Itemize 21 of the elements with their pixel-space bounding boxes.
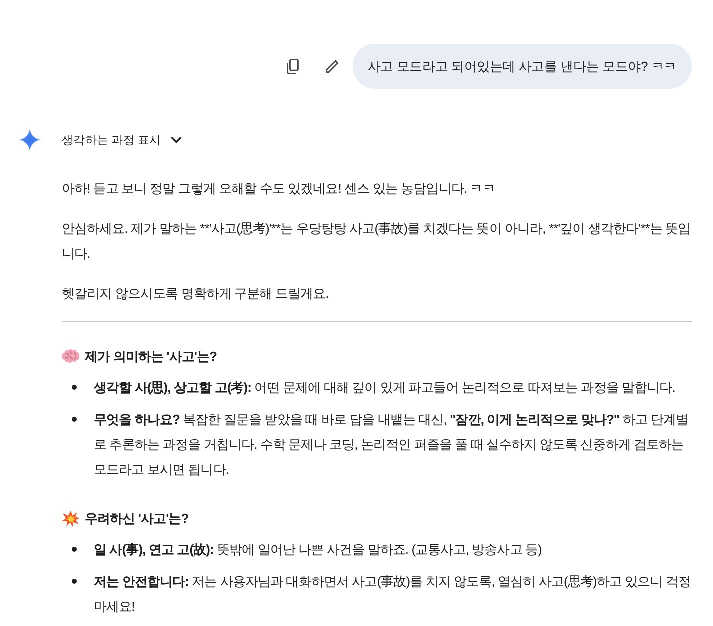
response-paragraph: 헷갈리지 않으시도록 명확하게 구분해 드릴게요.	[62, 285, 330, 303]
response-paragraph: 아하! 듣고 보니 정말 그렇게 오해할 수도 있겠네요! 센스 있는 농담입니다. ㅋㅋ	[62, 180, 496, 198]
bullet-icon	[72, 579, 76, 584]
bullet-icon	[72, 385, 76, 390]
sparkle-icon	[19, 129, 41, 151]
user-message-bubble: 사고 모드라고 되어있는데 사고를 낸다는 모드야? ㅋㅋ	[352, 44, 692, 89]
list-item-text: 무엇을 하나요? 복잡한 질문을 받았을 때 바로 답을 내뱉는 대신, "잠깐, 이게 논리적으로 맞나?" 하고 단계별로 추론하는 과정을 거칩니다. 수학 문제나 코딩, 논리적인 퍼즐을 풀 때 실수하지 않도록 신중하게 검토하는 모드라고 보시면 됩니다.	[94, 411, 690, 479]
chevron-icon	[171, 136, 182, 144]
response-paragraph: 안심하세요. 제가 말하는 **'사고(思考)'**는 우당탕탕 사고(事故)를 치겠다는 뜻이 아니라, **'깊이 생각한다'**는 뜻입니다.	[62, 220, 692, 263]
list-item-text: 저는 안전합니다: 저는 사용자님과 대화하면서 사고(事故)를 치지 않도록, 열심히 사고(思考)하고 있으니 걱정 마세요!	[94, 573, 692, 616]
bullet-icon	[72, 547, 76, 552]
section-heading: 제가 의미하는 '사고'는?	[85, 348, 218, 366]
collision-icon	[62, 510, 80, 526]
list-item-text: 생각할 사(思), 상고할 고(考): 어떤 문제에 대해 깊이 있게 파고들어 논리적으로 따져보는 과정을 말합니다.	[94, 379, 676, 397]
copy-icon[interactable]	[286, 58, 300, 74]
brain-icon	[62, 349, 80, 364]
thinking-toggle[interactable]: 생각하는 과정 표시	[62, 129, 182, 151]
list-item-text: 일 사(事), 연고 고(故): 뜻밖에 일어난 나쁜 사건을 말하죠. (교통사고, 방송사고 등)	[94, 541, 542, 559]
edit-icon[interactable]	[326, 60, 339, 73]
section-heading: 우려하신 '사고'는?	[85, 510, 189, 528]
bullet-icon	[72, 417, 76, 422]
